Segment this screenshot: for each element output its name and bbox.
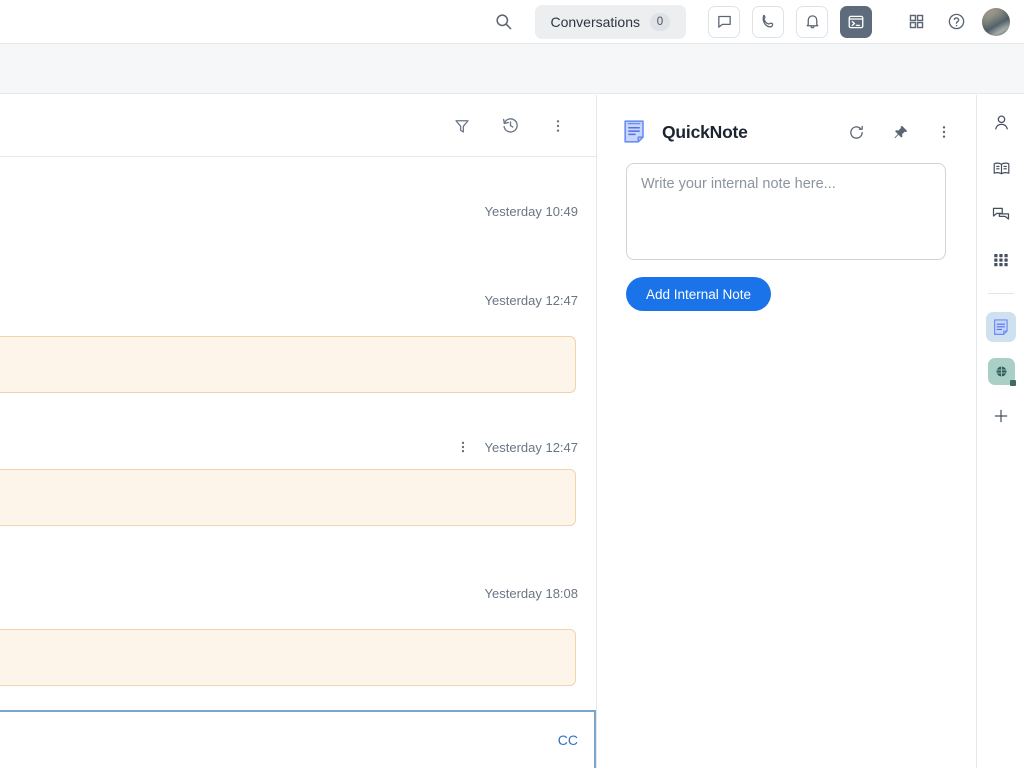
- add-internal-note-button[interactable]: Add Internal Note: [626, 277, 771, 311]
- timestamp-text: Yesterday 10:49: [485, 204, 578, 219]
- note-icon: [620, 117, 650, 147]
- message-timestamp: Yesterday 12:47: [0, 439, 596, 455]
- quicknote-header-actions: [842, 118, 958, 146]
- more-options-icon[interactable]: [544, 112, 572, 140]
- pin-icon[interactable]: [886, 118, 914, 146]
- refresh-icon[interactable]: [842, 118, 870, 146]
- integration-app-icon[interactable]: [988, 358, 1015, 385]
- thread-spacer: [0, 393, 596, 439]
- search-icon[interactable]: [489, 7, 519, 37]
- internal-note-bubble[interactable]: [0, 629, 576, 686]
- app-root: Conversations 0: [0, 0, 1024, 768]
- quicknote-title: QuickNote: [662, 122, 748, 143]
- internal-note-bubble[interactable]: [0, 336, 576, 393]
- internal-note-bubble[interactable]: [0, 469, 576, 526]
- message-thread[interactable]: Yesterday 10:49 Yesterday 12:47 Yesterda…: [0, 158, 596, 710]
- apps-grid-icon[interactable]: [986, 245, 1016, 275]
- quicknote-panel: QuickNote: [598, 95, 977, 768]
- grid-apps-icon[interactable]: [902, 8, 930, 36]
- bell-icon[interactable]: [796, 6, 828, 38]
- conversation-header: [0, 95, 596, 157]
- quicknote-header: QuickNote: [598, 95, 976, 147]
- secondary-toolbar: [0, 44, 1024, 94]
- top-bar-actions: Conversations 0: [489, 5, 1011, 39]
- more-options-icon[interactable]: [930, 118, 958, 146]
- top-bar: Conversations 0: [0, 0, 1024, 44]
- avatar[interactable]: [982, 8, 1010, 36]
- rail-divider: [988, 293, 1014, 294]
- message-timestamp: Yesterday 12:47: [0, 293, 596, 308]
- conversations-icon[interactable]: [986, 199, 1016, 229]
- quicknote-body: Add Internal Note: [598, 147, 976, 311]
- message-composer[interactable]: CC: [0, 710, 596, 768]
- message-timestamp: Yesterday 18:08: [0, 586, 596, 601]
- help-icon[interactable]: [942, 8, 970, 36]
- contact-person-icon[interactable]: [986, 107, 1016, 137]
- thread-spacer: [0, 219, 596, 265]
- conversations-label: Conversations: [551, 14, 641, 30]
- conversations-count-badge: 0: [650, 13, 670, 31]
- conversations-pill[interactable]: Conversations 0: [535, 5, 687, 39]
- thread-spacer: [0, 572, 596, 586]
- thread-spacer: [0, 265, 596, 293]
- add-app-icon[interactable]: [986, 401, 1016, 431]
- timestamp-text: Yesterday 18:08: [485, 586, 578, 601]
- timestamp-text: Yesterday 12:47: [485, 293, 578, 308]
- message-timestamp: Yesterday 10:49: [0, 204, 596, 219]
- console-icon[interactable]: [840, 6, 872, 38]
- timestamp-text: Yesterday 12:47: [485, 440, 578, 455]
- thread-spacer: [0, 601, 596, 629]
- contact-card-icon[interactable]: [986, 153, 1016, 183]
- cc-button[interactable]: CC: [558, 732, 578, 748]
- quicknote-app-icon[interactable]: [986, 312, 1016, 342]
- internal-note-input[interactable]: [626, 163, 946, 260]
- message-more-options-icon[interactable]: [455, 439, 471, 455]
- conversation-pane: Yesterday 10:49 Yesterday 12:47 Yesterda…: [0, 95, 597, 768]
- thread-spacer: [0, 158, 596, 204]
- thread-spacer: [0, 455, 596, 469]
- thread-spacer: [0, 526, 596, 572]
- filter-icon[interactable]: [448, 112, 476, 140]
- phone-icon[interactable]: [752, 6, 784, 38]
- history-icon[interactable]: [496, 112, 524, 140]
- right-rail: [978, 95, 1024, 768]
- chat-icon[interactable]: [708, 6, 740, 38]
- thread-spacer: [0, 308, 596, 336]
